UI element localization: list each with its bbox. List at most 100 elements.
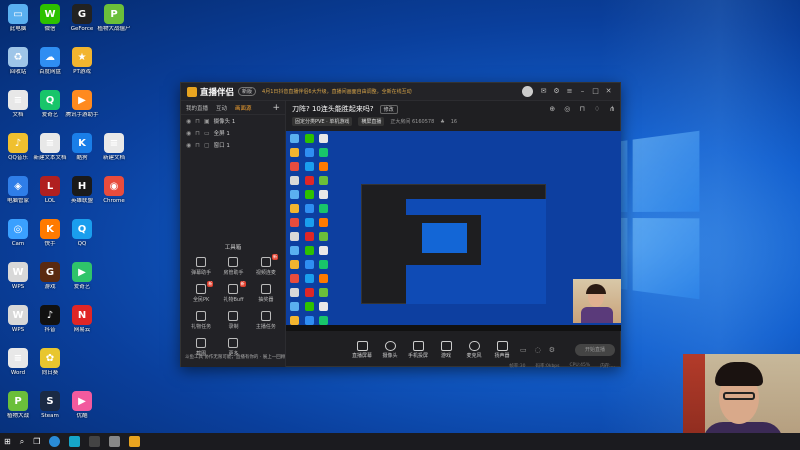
desktop-icon[interactable]: P 植物大战 bbox=[0, 391, 36, 426]
tab-my-live[interactable]: 我的直播 bbox=[186, 104, 208, 112]
left-footer-text[interactable]: 斗鱼工具 协作无限可能，直播有你的 · 展上一回顾 bbox=[185, 354, 285, 360]
desktop-icon[interactable]: ≡ Word bbox=[0, 348, 36, 383]
desktop-icon[interactable]: W WPS bbox=[0, 305, 36, 340]
live-companion-taskbar-icon[interactable] bbox=[129, 436, 141, 447]
task-view-icon[interactable]: ❐ bbox=[33, 437, 40, 446]
lock-icon[interactable]: ⊓ bbox=[195, 118, 200, 125]
menu-icon[interactable]: ≡ bbox=[564, 86, 575, 97]
tool-item[interactable]: 礼物Buff 新 bbox=[217, 281, 249, 303]
app-icon: ▶ bbox=[72, 90, 92, 110]
desktop-icon[interactable]: Q 爱奇艺 bbox=[32, 90, 68, 125]
desktop-icon[interactable]: H 英雄联盟 bbox=[64, 176, 100, 211]
desktop-icon[interactable]: ◉ Chrome bbox=[96, 176, 132, 211]
desktop-icon[interactable]: ☁ 百度网盘 bbox=[32, 47, 68, 82]
stream-preview[interactable] bbox=[286, 131, 621, 331]
eye-icon[interactable]: ◉ bbox=[186, 130, 191, 137]
settings-icon[interactable]: ⚙ bbox=[551, 86, 562, 97]
message-icon[interactable]: ✉ bbox=[538, 86, 549, 97]
tab-sources[interactable]: 画面源 bbox=[235, 104, 252, 112]
version-badge[interactable]: 新版 bbox=[238, 87, 257, 96]
desktop-icon[interactable]: ≡ 新建文本文档 bbox=[32, 133, 68, 168]
tool-item[interactable]: 视频连麦 新 bbox=[250, 254, 282, 276]
desktop-icon[interactable]: ◈ 电脑管家 bbox=[0, 176, 36, 211]
tab-interact[interactable]: 互动 bbox=[216, 104, 227, 112]
share-icon[interactable]: ⋔ bbox=[609, 105, 615, 113]
tool-item[interactable]: 礼物任务 bbox=[185, 311, 217, 330]
speaker-button[interactable]: 扬声器 bbox=[488, 341, 516, 359]
desktop-icon[interactable]: G GeForce bbox=[64, 4, 100, 39]
desktop-icon[interactable]: ▶ 腾讯手游助手 bbox=[64, 90, 100, 125]
category-chip[interactable]: 固定分类PVE · 单机游戏 bbox=[292, 117, 353, 126]
play-icon bbox=[440, 341, 452, 351]
search-icon[interactable]: ⌕ bbox=[20, 437, 24, 447]
desktop-icon[interactable]: ≡ 新建文档 bbox=[96, 133, 132, 168]
desktop-icon[interactable]: ▶ 爱奇艺 bbox=[64, 262, 100, 297]
source-item-fullscreen[interactable]: ◉ ⊓ ▭ 全屏 1 bbox=[181, 127, 285, 139]
tool-item[interactable]: 抽奖器 bbox=[250, 284, 282, 303]
source-item-window[interactable]: ◉ ⊓ ▢ 窗口 1 bbox=[181, 139, 285, 151]
taskbar-app-icon[interactable] bbox=[69, 436, 81, 447]
desktop-icon-label: 快手 bbox=[44, 241, 56, 247]
desktop-icon[interactable]: ♪ QQ音乐 bbox=[0, 133, 36, 168]
desktop-icon[interactable]: K 快手 bbox=[32, 219, 68, 254]
desktop-icon[interactable]: ♻ 回收站 bbox=[0, 47, 36, 82]
lock-icon[interactable]: ⊓ bbox=[579, 105, 584, 113]
screen-capture-button[interactable]: 直播屏幕 bbox=[348, 341, 376, 359]
desktop-icon[interactable]: N 网易云 bbox=[64, 305, 100, 340]
tool-item[interactable]: 弹幕助手 bbox=[185, 257, 217, 276]
desktop-icon[interactable]: ▭ 此电脑 bbox=[0, 4, 36, 39]
start-live-button[interactable]: 开始直播 bbox=[575, 344, 615, 356]
desktop-icon[interactable]: ▶ 优酷 bbox=[64, 391, 100, 426]
link-icon[interactable]: ⊕ bbox=[549, 105, 555, 113]
tool-item[interactable]: 主播任务 bbox=[250, 311, 282, 330]
desktop-icon-label: WPS bbox=[11, 327, 25, 333]
tool-item[interactable]: 录制 bbox=[217, 311, 249, 330]
desktop-icon[interactable]: P 植物大战僵尸 bbox=[96, 4, 132, 39]
source-item-camera[interactable]: ◉ ⊓ ▣ 摄像头 1 bbox=[181, 115, 285, 127]
desktop-icon[interactable]: ★ PT游戏 bbox=[64, 47, 100, 82]
windows-start-icon[interactable]: ⊞ bbox=[4, 437, 11, 446]
bell-icon[interactable]: ♢ bbox=[594, 105, 600, 113]
tool-item[interactable]: 房管助手 bbox=[217, 257, 249, 276]
camera-button[interactable]: 摄像头 bbox=[376, 341, 404, 359]
phone-cast-button[interactable]: 手机投屏 bbox=[404, 341, 432, 359]
tool-item[interactable]: 全民PK 新 bbox=[185, 281, 217, 303]
maximize-icon[interactable]: □ bbox=[590, 86, 601, 97]
eye-icon[interactable]: ◉ bbox=[186, 118, 191, 125]
monitor-icon: ▭ bbox=[203, 129, 210, 137]
taskbar-app-icon[interactable] bbox=[89, 436, 101, 447]
record-toggle-icon[interactable]: ▭ bbox=[520, 346, 527, 354]
app-icon: ▶ bbox=[72, 262, 92, 282]
add-source-icon[interactable]: + bbox=[272, 103, 280, 113]
orientation-chip[interactable]: 横屏直播 bbox=[358, 117, 385, 126]
desktop-icon[interactable]: ◎ Cam bbox=[0, 219, 36, 254]
app-titlebar[interactable]: 直播伴侣 新版 4月1日抖音直播伴侣6大升级，直播间画面自由调整，全新在线互动 … bbox=[181, 83, 620, 101]
announcement-marquee[interactable]: 4月1日抖音直播伴侣6大升级，直播间画面自由调整，全新在线互动 bbox=[262, 88, 519, 95]
desktop-icon[interactable]: W WPS bbox=[0, 262, 36, 297]
desktop-icon[interactable]: G 游戏 bbox=[32, 262, 68, 297]
desktop-icon[interactable]: S Steam bbox=[32, 391, 68, 426]
game-button[interactable]: 游戏 bbox=[432, 341, 460, 359]
scene-icon[interactable]: ◌ bbox=[535, 346, 541, 354]
eye-icon[interactable]: ◉ bbox=[186, 142, 191, 149]
user-avatar[interactable] bbox=[522, 86, 533, 97]
desktop-icon[interactable]: ♪ 抖音 bbox=[32, 305, 68, 340]
desktop-icon[interactable]: ✿ 向日葵 bbox=[32, 348, 68, 383]
desktop-icon[interactable]: Q QQ bbox=[64, 219, 100, 254]
microphone-button[interactable]: 麦克风 bbox=[460, 341, 488, 359]
close-icon[interactable]: ✕ bbox=[603, 86, 614, 97]
desktop-icon[interactable]: K 酷狗 bbox=[64, 133, 100, 168]
lock-icon[interactable]: ⊓ bbox=[195, 142, 200, 149]
record-icon[interactable]: ◎ bbox=[564, 105, 570, 113]
desktop-icon[interactable]: L LOL bbox=[32, 176, 68, 211]
edge-icon[interactable] bbox=[49, 436, 61, 447]
taskbar-app-icon[interactable] bbox=[109, 436, 121, 447]
minimize-icon[interactable]: – bbox=[577, 86, 588, 97]
preview-webcam[interactable] bbox=[573, 279, 621, 323]
live-companion-window[interactable]: 直播伴侣 新版 4月1日抖音直播伴侣6大升级，直播间画面自由调整，全新在线互动 … bbox=[180, 82, 621, 369]
desktop-icon[interactable]: ≡ 文档 bbox=[0, 90, 36, 125]
edit-title-button[interactable]: 修改 bbox=[379, 104, 398, 114]
desktop-icon[interactable]: W 微信 bbox=[32, 4, 68, 39]
settings-icon[interactable]: ⚙ bbox=[549, 346, 555, 354]
lock-icon[interactable]: ⊓ bbox=[195, 130, 200, 137]
